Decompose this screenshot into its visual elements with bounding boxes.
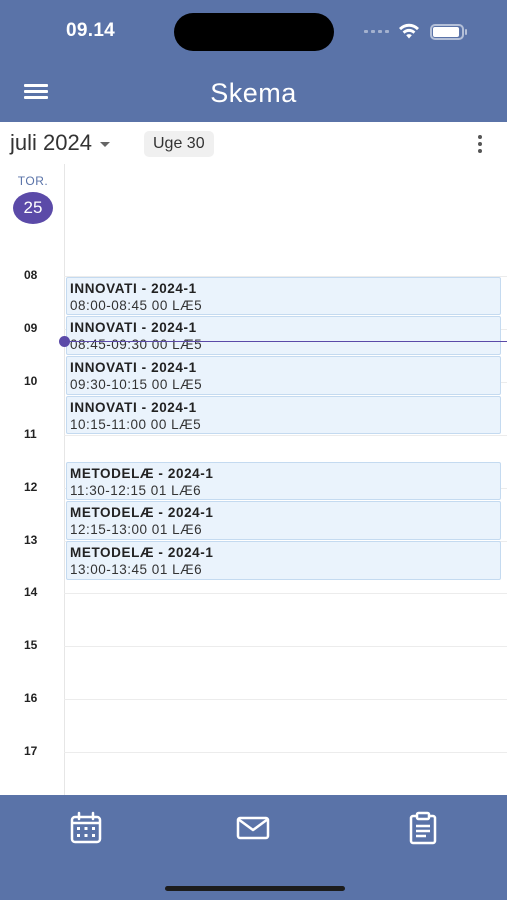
hour-label: 14: [24, 585, 38, 600]
day-header: TOR. 25: [0, 166, 507, 228]
more-vertical-icon: [478, 135, 482, 139]
day-date-button[interactable]: 25: [13, 192, 53, 224]
event-card[interactable]: INNOVATI - 2024-1 09:30-10:15 00 LÆ5: [66, 355, 501, 395]
more-options-button[interactable]: [476, 134, 484, 154]
day-schedule-grid: 08 09 10 11 12 13 14 15 16 17 INNOVATI - 2024-1 08:…: [0, 164, 507, 795]
wifi-icon: [399, 23, 419, 39]
event-title: METODELÆ - 2024-1: [70, 505, 214, 521]
hour-label: 15: [24, 638, 38, 653]
hour-gridline: [64, 646, 507, 648]
event-details: 08:00-08:45 00 LÆ5: [70, 297, 203, 313]
event-card[interactable]: INNOVATI - 2024-1 08:00-08:45 00 LÆ5: [66, 276, 501, 316]
hour-label: 10: [24, 373, 38, 388]
mail-icon[interactable]: [236, 811, 270, 845]
hour-gridline: [64, 699, 507, 701]
weekday-label: TOR.: [17, 174, 49, 188]
time-column-divider: [64, 164, 65, 795]
event-title: INNOVATI - 2024-1: [70, 359, 197, 375]
hour-gridline: [64, 752, 507, 754]
hour-gridline: [64, 593, 507, 595]
clipboard-icon[interactable]: [406, 811, 440, 845]
status-time: 09.14: [66, 20, 116, 41]
dynamic-island: [174, 13, 334, 51]
app-header: 09.14 Skema: [0, 0, 507, 122]
hour-gridline: [64, 434, 507, 436]
event-details: 08:45-09:30 00 LÆ5: [70, 337, 203, 353]
event-details: 11:30-12:15 01 LÆ6: [70, 482, 202, 498]
event-title: INNOVATI - 2024-1: [70, 280, 197, 296]
event-card[interactable]: METODELÆ - 2024-1 11:30-12:15 01 LÆ6: [66, 461, 501, 501]
event-details: 13:00-13:45 01 LÆ6: [70, 562, 203, 577]
hour-label: 08: [24, 268, 38, 282]
event-details: 12:15-13:00 01 LÆ6: [70, 522, 203, 538]
event-details: 10:15-11:00 00 LÆ5: [70, 416, 202, 432]
hour-label: 17: [24, 744, 38, 759]
home-indicator: [165, 886, 345, 891]
event-card[interactable]: METODELÆ - 2024-1 13:00-13:45 01 LÆ6: [66, 541, 501, 580]
bottom-navigation: [0, 795, 507, 900]
cellular-signal-icon: [364, 30, 389, 33]
event-details: 09:30-10:15 00 LÆ5: [70, 376, 203, 392]
event-title: INNOVATI - 2024-1: [70, 320, 197, 336]
current-time-line: [64, 341, 507, 343]
event-card[interactable]: METODELÆ - 2024-1 12:15-13:00 01 LÆ6: [66, 501, 501, 540]
event-card[interactable]: INNOVATI - 2024-1 08:45-09:30 00 LÆ5: [66, 316, 501, 355]
month-label: juli 2024: [10, 130, 92, 155]
battery-icon: [430, 24, 467, 40]
page-title: Skema: [210, 78, 297, 108]
hour-label: 13: [24, 532, 38, 547]
hour-label: 11: [24, 426, 37, 441]
event-title: METODELÆ - 2024-1: [70, 545, 214, 560]
event-card[interactable]: INNOVATI - 2024-1 10:15-11:00 00 LÆ5: [66, 395, 501, 435]
event-title: METODELÆ - 2024-1: [70, 465, 214, 481]
event-title: INNOVATI - 2024-1: [70, 399, 197, 415]
hour-label: 09: [24, 320, 38, 335]
calendar-icon[interactable]: [69, 811, 103, 845]
month-selector[interactable]: juli 2024: [10, 130, 110, 156]
calendar-toolbar: juli 2024 Uge 30: [0, 122, 507, 166]
caret-down-icon: [99, 141, 110, 147]
hour-label: 16: [24, 691, 38, 706]
week-badge: Uge 30: [144, 131, 214, 157]
hour-label: 12: [24, 479, 38, 494]
